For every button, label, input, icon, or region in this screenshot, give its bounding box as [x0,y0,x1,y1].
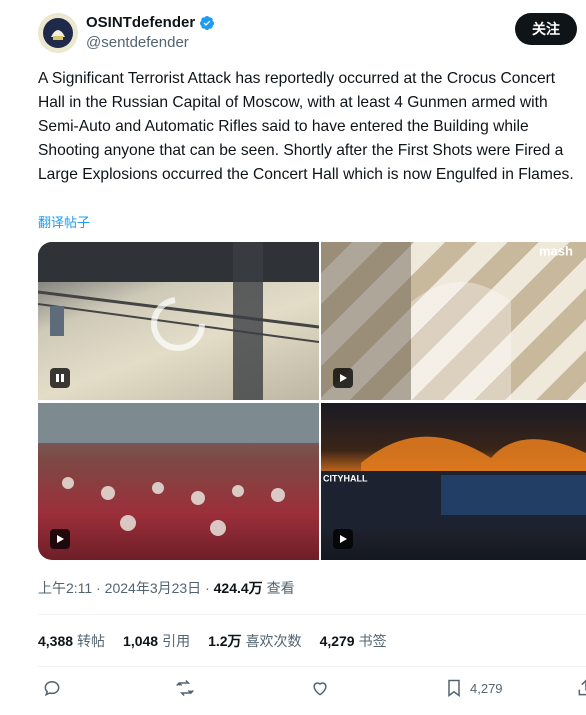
media-video-1[interactable] [38,242,319,400]
burning-building-image: CITYHALL [321,436,586,531]
divider [38,614,586,615]
play-icon[interactable] [333,529,353,549]
bookmark-stat[interactable]: 4,279 书签 [320,631,387,651]
media-video-3[interactable] [38,403,319,560]
verified-badge-icon [200,15,215,30]
auditorium-crowd-image [38,403,319,536]
meta-separator: · [96,580,105,596]
like-stat[interactable]: 1.2万 喜欢次数 [208,631,301,651]
reply-icon [44,680,60,697]
concert-hall-lobby-image [38,242,319,400]
share-button[interactable] [576,678,586,698]
author-name[interactable]: OSINTdefender [86,14,215,31]
lobby-floor-image: mash [321,242,573,400]
media-video-2[interactable]: mash [321,242,586,400]
bookmark-button[interactable]: 4,279 [444,678,503,698]
view-label: 查看 [266,580,295,596]
translate-post-link[interactable]: 翻译帖子 [38,212,90,231]
avatar[interactable] [38,13,78,53]
tweet-time[interactable]: 上午2:11 [38,580,92,596]
action-bar: 4,279 [38,678,586,706]
divider [38,666,586,667]
meta-separator: · [205,580,214,596]
heart-icon [313,682,327,696]
quote-stat[interactable]: 1,048 引用 [123,631,190,651]
like-button[interactable] [310,678,330,698]
pause-icon[interactable] [50,368,70,388]
building-sign-text: CITYHALL [323,473,368,483]
play-icon[interactable] [333,368,353,388]
view-count: 424.4万 [213,580,263,596]
engagement-stats: 4,388 转帖 1,048 引用 1.2万 喜欢次数 4,279 书签 [38,631,387,651]
author-handle[interactable]: @sentdefender [86,34,189,51]
watermark-text: mash [539,244,573,259]
bookmark-icon [448,679,460,697]
tweet-meta: 上午2:11 · 2024年3月23日 · 424.4万 查看 [38,578,295,598]
repost-button[interactable] [175,678,195,698]
follow-button[interactable]: 关注 [515,13,577,45]
author-name-text[interactable]: OSINTdefender [86,14,195,31]
tweet-text: A Significant Terrorist Attack has repor… [38,70,574,183]
media-video-4[interactable]: CITYHALL [321,403,586,560]
bookmark-count: 4,279 [470,680,503,696]
tweet-date[interactable]: 2024年3月23日 [105,580,202,596]
share-icon [578,679,586,696]
media-grid: mash CITYHALL [38,242,586,560]
repost-icon [176,679,194,697]
play-icon[interactable] [50,529,70,549]
repost-stat[interactable]: 4,388 转帖 [38,631,105,651]
reply-button[interactable] [42,678,62,698]
tweet-header: OSINTdefender @sentdefender 关注 [0,0,586,62]
